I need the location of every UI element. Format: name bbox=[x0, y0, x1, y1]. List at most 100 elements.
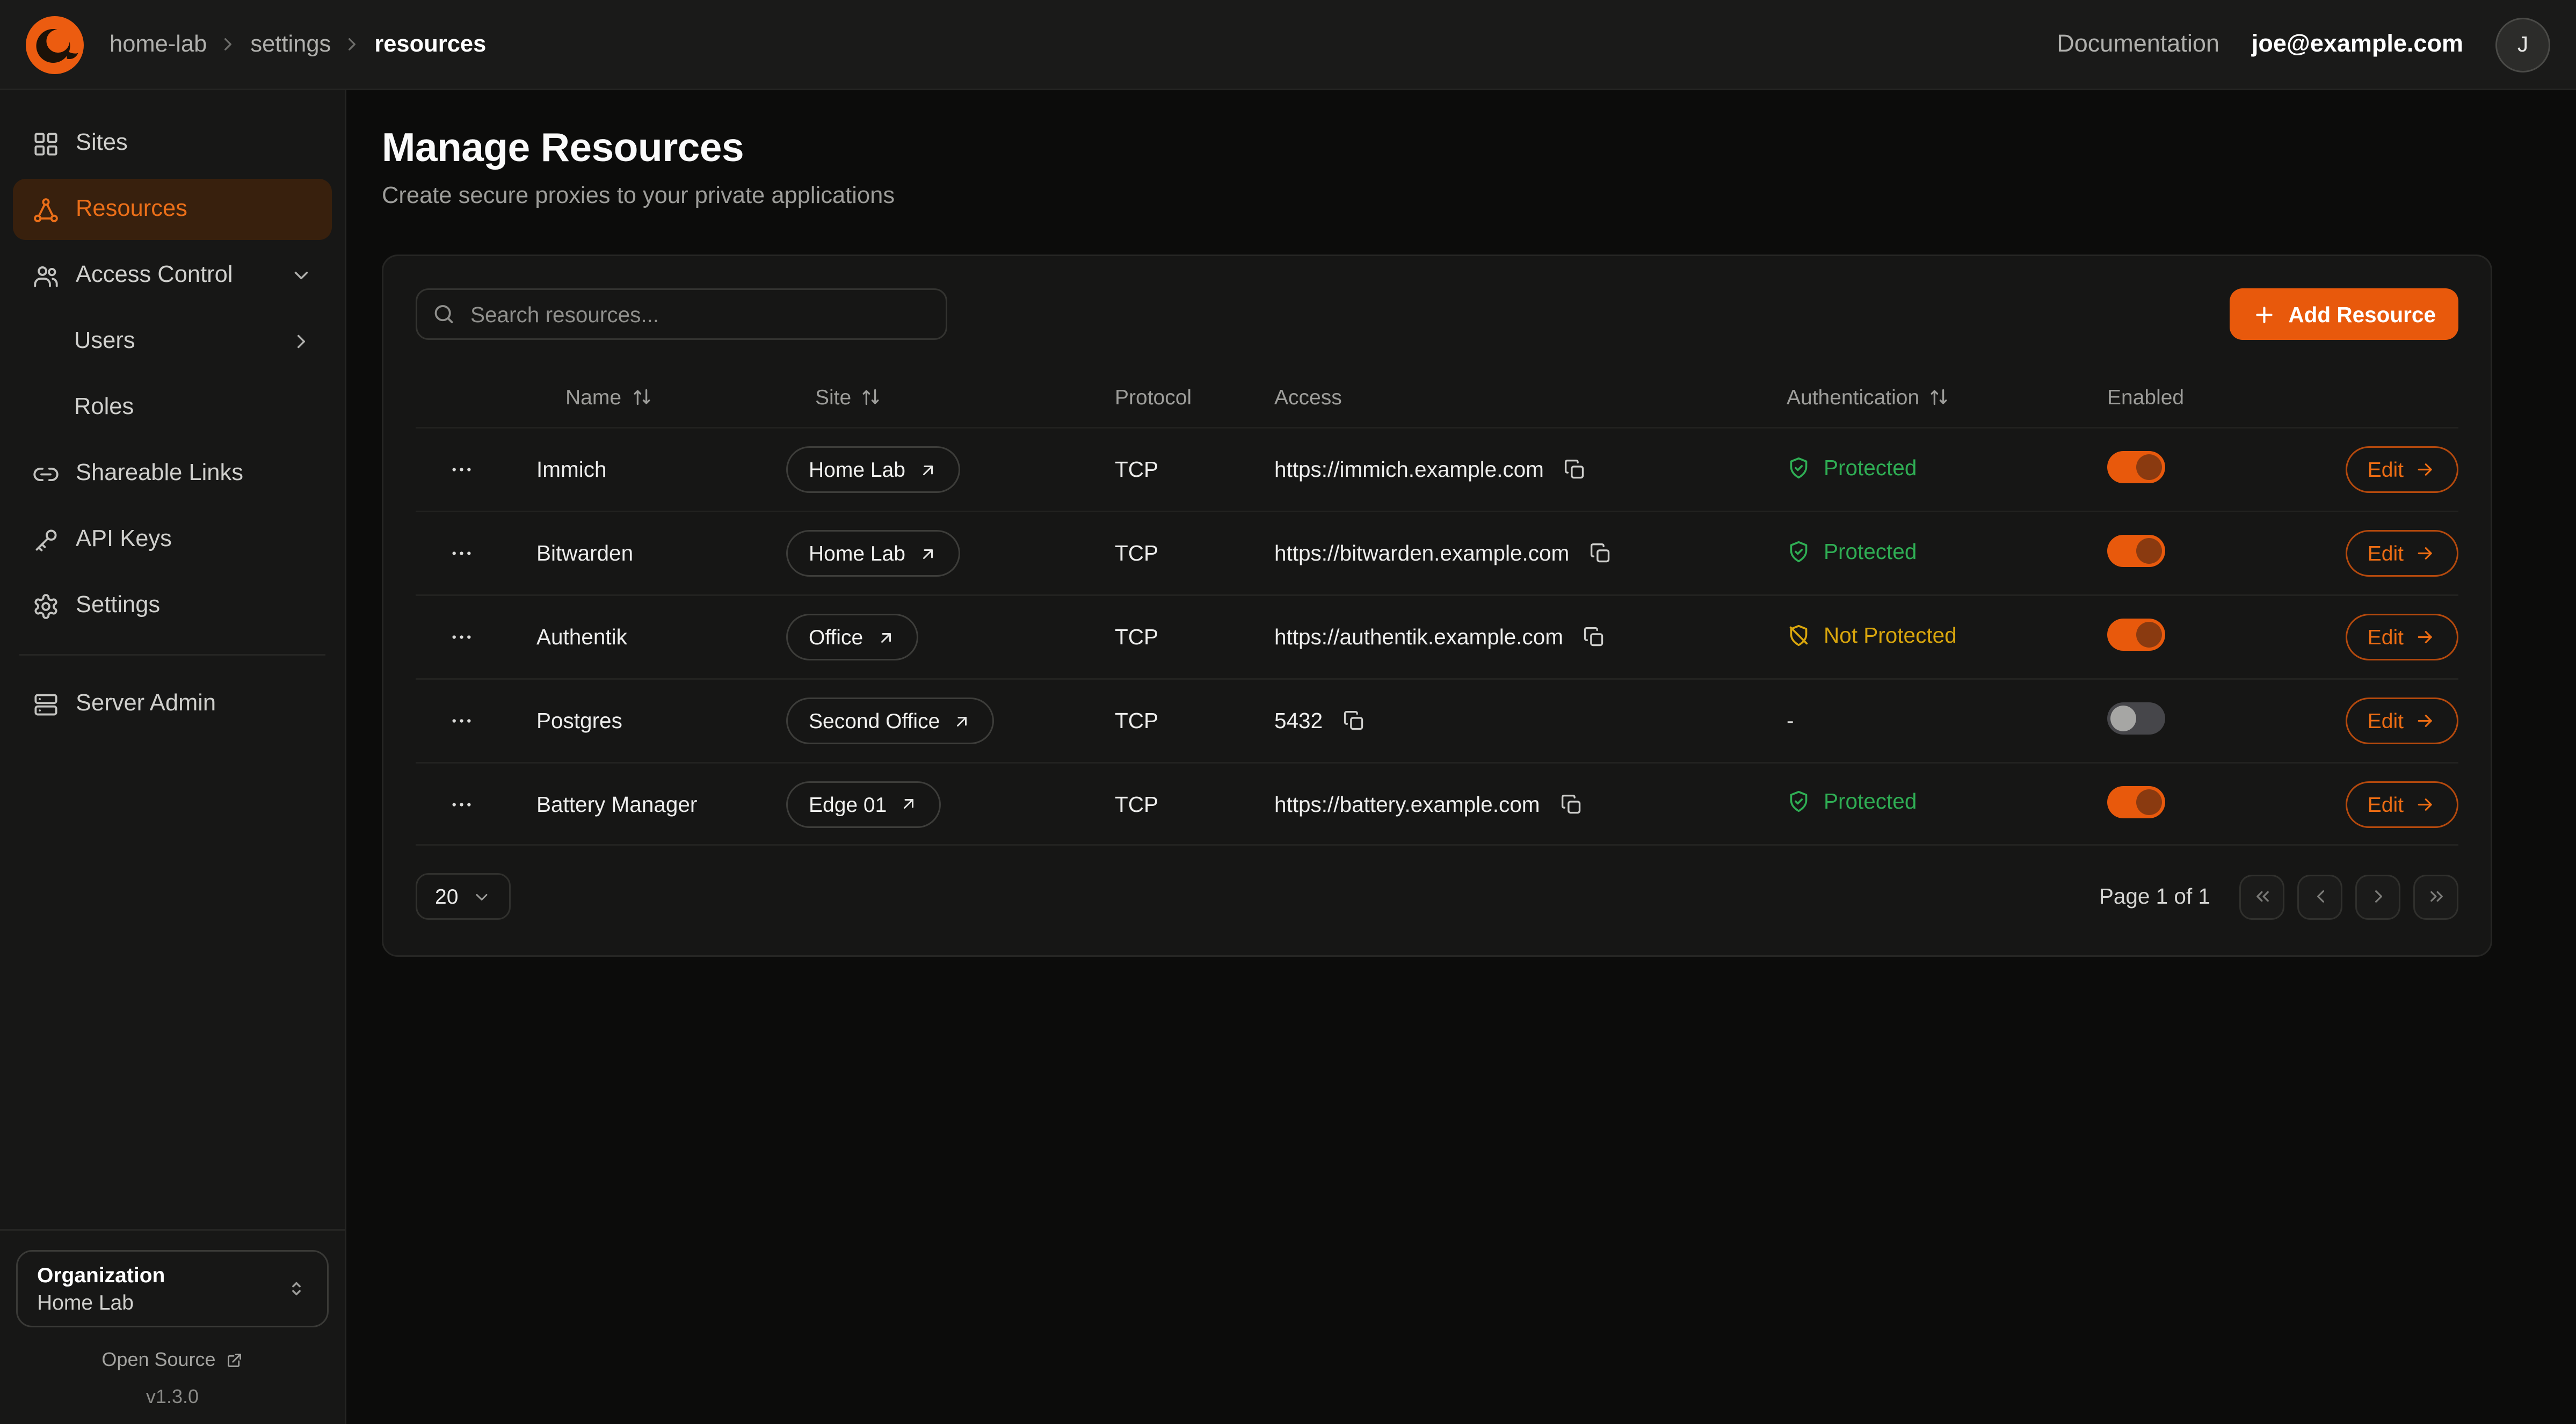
first-page-button[interactable] bbox=[2239, 874, 2284, 919]
sidebar-item-roles[interactable]: Roles bbox=[13, 377, 332, 438]
more-horizontal-icon bbox=[448, 707, 475, 735]
enabled-toggle[interactable] bbox=[2107, 702, 2165, 735]
more-horizontal-icon bbox=[448, 540, 475, 567]
resources-table: Name Site Protocol bbox=[416, 366, 2458, 846]
auth-status: Protected bbox=[1787, 455, 1917, 479]
more-horizontal-icon bbox=[448, 790, 475, 818]
breadcrumb-home-lab[interactable]: home-lab bbox=[110, 32, 207, 57]
access-url: https://authentik.example.com bbox=[1274, 625, 1563, 649]
sidebar-item-server-admin[interactable]: Server Admin bbox=[13, 673, 332, 735]
edit-button[interactable]: Edit bbox=[2345, 614, 2458, 660]
column-header-name[interactable]: Name bbox=[536, 384, 786, 409]
chevron-left-icon bbox=[2310, 886, 2331, 907]
column-header-label: Access bbox=[1274, 384, 1342, 409]
page-size-value: 20 bbox=[435, 884, 458, 909]
edit-label: Edit bbox=[2368, 792, 2404, 816]
organization-value: Home Lab bbox=[37, 1290, 165, 1314]
sidebar-item-users[interactable]: Users bbox=[13, 311, 332, 372]
open-source-link[interactable]: Open Source bbox=[16, 1348, 329, 1371]
app-logo[interactable] bbox=[26, 16, 84, 74]
sidebar-item-label: Users bbox=[74, 329, 135, 354]
shield-check-icon bbox=[1787, 789, 1811, 813]
enabled-toggle[interactable] bbox=[2107, 535, 2165, 567]
edit-button[interactable]: Edit bbox=[2345, 530, 2458, 577]
auth-status: Protected bbox=[1787, 789, 1917, 813]
site-link[interactable]: Home Lab bbox=[786, 530, 960, 577]
arrow-right-icon bbox=[2415, 543, 2436, 564]
user-email[interactable]: joe@example.com bbox=[2252, 31, 2463, 58]
main-content: Manage Resources Create secure proxies t… bbox=[346, 90, 2576, 1424]
breadcrumb-settings[interactable]: settings bbox=[250, 32, 331, 57]
copy-icon[interactable] bbox=[1556, 789, 1586, 819]
edit-button[interactable]: Edit bbox=[2345, 698, 2458, 744]
site-link[interactable]: Home Lab bbox=[786, 446, 960, 493]
copy-icon[interactable] bbox=[1339, 706, 1369, 736]
page-title: Manage Resources bbox=[382, 126, 2492, 172]
arrow-up-right-icon bbox=[918, 544, 938, 563]
enabled-toggle[interactable] bbox=[2107, 619, 2165, 651]
waypoints-icon bbox=[32, 196, 60, 223]
table-footer: 20 Page 1 of 1 bbox=[416, 873, 2458, 923]
site-link[interactable]: Second Office bbox=[786, 698, 995, 744]
resource-protocol: TCP bbox=[1115, 792, 1274, 816]
add-resource-button[interactable]: Add Resource bbox=[2230, 288, 2458, 340]
sidebar-item-label: Settings bbox=[76, 593, 160, 619]
documentation-link[interactable]: Documentation bbox=[2057, 31, 2219, 58]
column-header-authentication[interactable]: Authentication bbox=[1787, 384, 2107, 409]
column-header-access: Access bbox=[1274, 384, 1787, 409]
row-menu-button[interactable] bbox=[441, 784, 482, 824]
row-menu-button[interactable] bbox=[441, 701, 482, 741]
row-menu-button[interactable] bbox=[441, 617, 482, 657]
copy-icon[interactable] bbox=[1585, 538, 1616, 569]
row-menu-button[interactable] bbox=[441, 533, 482, 573]
card-controls: Add Resource bbox=[416, 288, 2458, 340]
sidebar-item-settings[interactable]: Settings bbox=[13, 575, 332, 636]
arrow-up-right-icon bbox=[876, 628, 895, 647]
avatar[interactable]: J bbox=[2495, 17, 2550, 72]
sidebar-item-shareable-links[interactable]: Shareable Links bbox=[13, 443, 332, 504]
pager-buttons bbox=[2239, 874, 2458, 919]
arrow-up-right-icon bbox=[899, 794, 919, 813]
site-link[interactable]: Edge 01 bbox=[786, 781, 941, 827]
auth-label: Protected bbox=[1824, 455, 1917, 479]
site-label: Edge 01 bbox=[809, 792, 887, 816]
enabled-toggle[interactable] bbox=[2107, 786, 2165, 818]
table-row: Battery Manager Edge 01 TCP https://batt… bbox=[416, 762, 2458, 846]
organization-selector[interactable]: Organization Home Lab bbox=[16, 1250, 329, 1327]
sidebar-item-label: API Keys bbox=[76, 527, 172, 553]
enabled-toggle[interactable] bbox=[2107, 451, 2165, 483]
table-row: Bitwarden Home Lab TCP https://bitwarden… bbox=[416, 511, 2458, 594]
copy-icon[interactable] bbox=[1579, 622, 1610, 652]
page-subtitle: Create secure proxies to your private ap… bbox=[382, 184, 2492, 209]
sidebar-item-resources[interactable]: Resources bbox=[13, 179, 332, 240]
row-menu-button[interactable] bbox=[441, 449, 482, 490]
resource-name: Bitwarden bbox=[536, 541, 786, 565]
copy-icon[interactable] bbox=[1560, 454, 1591, 485]
sidebar-item-api-keys[interactable]: API Keys bbox=[13, 509, 332, 570]
site-link[interactable]: Office bbox=[786, 614, 918, 660]
breadcrumb-resources: resources bbox=[374, 32, 486, 57]
edit-label: Edit bbox=[2368, 709, 2404, 733]
open-source-label: Open Source bbox=[101, 1348, 215, 1371]
arrow-right-icon bbox=[2415, 627, 2436, 648]
last-page-button[interactable] bbox=[2413, 874, 2458, 919]
shield-check-icon bbox=[1787, 455, 1811, 479]
pangolin-logo-icon bbox=[26, 16, 84, 74]
sort-icon bbox=[631, 386, 652, 407]
column-header-site[interactable]: Site bbox=[786, 384, 1115, 409]
edit-button[interactable]: Edit bbox=[2345, 781, 2458, 827]
column-header-enabled: Enabled bbox=[2107, 384, 2331, 409]
topbar-right: Documentation joe@example.com J bbox=[2057, 17, 2550, 72]
sidebar-item-access-control[interactable]: Access Control bbox=[13, 245, 332, 306]
sidebar: Sites Resources Access Control Users bbox=[0, 90, 346, 1424]
access-url: https://bitwarden.example.com bbox=[1274, 541, 1569, 565]
sort-icon bbox=[861, 386, 882, 407]
access-url: https://immich.example.com bbox=[1274, 457, 1544, 482]
search-input[interactable] bbox=[416, 288, 947, 340]
edit-button[interactable]: Edit bbox=[2345, 446, 2458, 493]
previous-page-button[interactable] bbox=[2297, 874, 2342, 919]
page-size-select[interactable]: 20 bbox=[416, 873, 511, 920]
resource-name: Immich bbox=[536, 457, 786, 482]
next-page-button[interactable] bbox=[2355, 874, 2400, 919]
sidebar-item-sites[interactable]: Sites bbox=[13, 113, 332, 174]
